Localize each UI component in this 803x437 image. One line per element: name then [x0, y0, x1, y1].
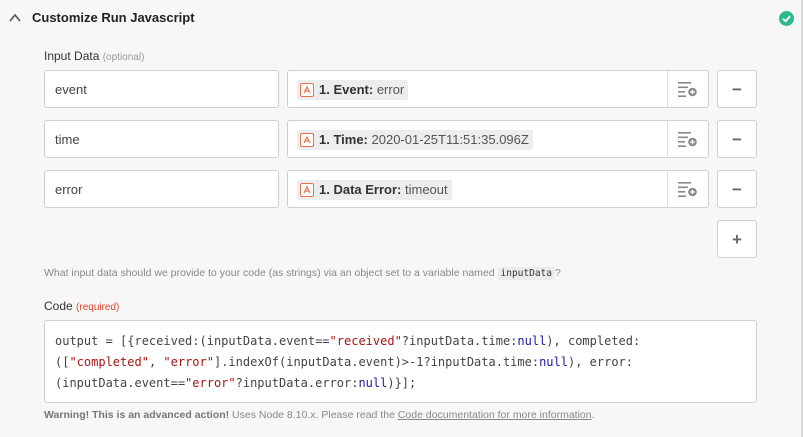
app-token-icon: [300, 133, 314, 147]
code-line: (["completed", "error"].indexOf(inputDat…: [55, 352, 756, 373]
list-add-icon: [678, 132, 697, 147]
code-token: )}];: [387, 376, 417, 390]
code-variable-name: inputData: [497, 267, 555, 280]
chevron-up-icon[interactable]: [9, 13, 21, 22]
input-value-field-error[interactable]: 1. Data Error: timeout: [287, 170, 709, 208]
warning-text: Warning! This is an advanced action! Use…: [44, 409, 595, 421]
list-add-icon: [678, 82, 697, 97]
code-token: "received": [329, 334, 402, 348]
code-token: ?inputData.error:: [235, 376, 359, 390]
input-data-label: Input Data (optional): [44, 49, 145, 63]
optional-tag: (optional): [102, 52, 145, 63]
app-token-icon: [300, 83, 314, 97]
code-token: "error": [185, 376, 236, 390]
code-token: ), error:: [567, 355, 634, 369]
list-add-icon: [678, 182, 697, 197]
input-key-field-time[interactable]: time: [44, 120, 279, 158]
insert-data-button[interactable]: [667, 121, 708, 157]
code-token: output = [{received:(inputData.event==: [55, 334, 330, 348]
code-token: (inputData.event==: [55, 376, 186, 390]
remove-row-button[interactable]: −: [717, 120, 757, 158]
code-label: Code (required): [44, 299, 120, 313]
token-pill[interactable]: 1. Time: 2020-01-25T11:51:35.096Z: [297, 130, 533, 150]
code-token: ].indexOf(inputData.event)>-1?inputData.…: [213, 355, 540, 369]
app-token-icon: [300, 183, 314, 197]
token-pill[interactable]: 1. Event: error: [297, 80, 409, 100]
code-documentation-link[interactable]: Code documentation for more information: [398, 409, 592, 421]
input-value-field-time[interactable]: 1. Time: 2020-01-25T11:51:35.096Z: [287, 120, 709, 158]
code-token: ([: [55, 355, 70, 369]
code-token: null: [358, 376, 388, 390]
code-token: null: [539, 355, 568, 369]
insert-data-button[interactable]: [667, 171, 708, 207]
input-key-field-error[interactable]: error: [44, 170, 279, 208]
code-editor[interactable]: output = [{received:(inputData.event=="r…: [44, 320, 757, 403]
code-token: ?inputData.time:: [401, 334, 518, 348]
code-token: ,: [148, 355, 164, 369]
check-circle-icon: [779, 11, 794, 26]
input-data-help-text: What input data should we provide to you…: [44, 267, 561, 280]
code-token: null: [517, 334, 547, 348]
insert-data-button[interactable]: [667, 71, 708, 107]
code-line: (inputData.event=="error"?inputData.erro…: [55, 373, 756, 394]
add-row-button[interactable]: +: [717, 220, 757, 258]
code-token: "completed": [69, 355, 149, 369]
code-line: output = [{received:(inputData.event=="r…: [55, 331, 756, 352]
remove-row-button[interactable]: −: [717, 170, 757, 208]
remove-row-button[interactable]: −: [717, 70, 757, 108]
input-key-field-event[interactable]: event: [44, 70, 279, 108]
code-token: ), completed:: [546, 334, 641, 348]
step-header[interactable]: Customize Run Javascript: [0, 0, 801, 38]
input-value-field-event[interactable]: 1. Event: error: [287, 70, 709, 108]
code-token: "error": [163, 355, 214, 369]
token-pill[interactable]: 1. Data Error: timeout: [297, 180, 452, 200]
required-tag: (required): [76, 302, 120, 313]
step-title: Customize Run Javascript: [32, 10, 195, 25]
